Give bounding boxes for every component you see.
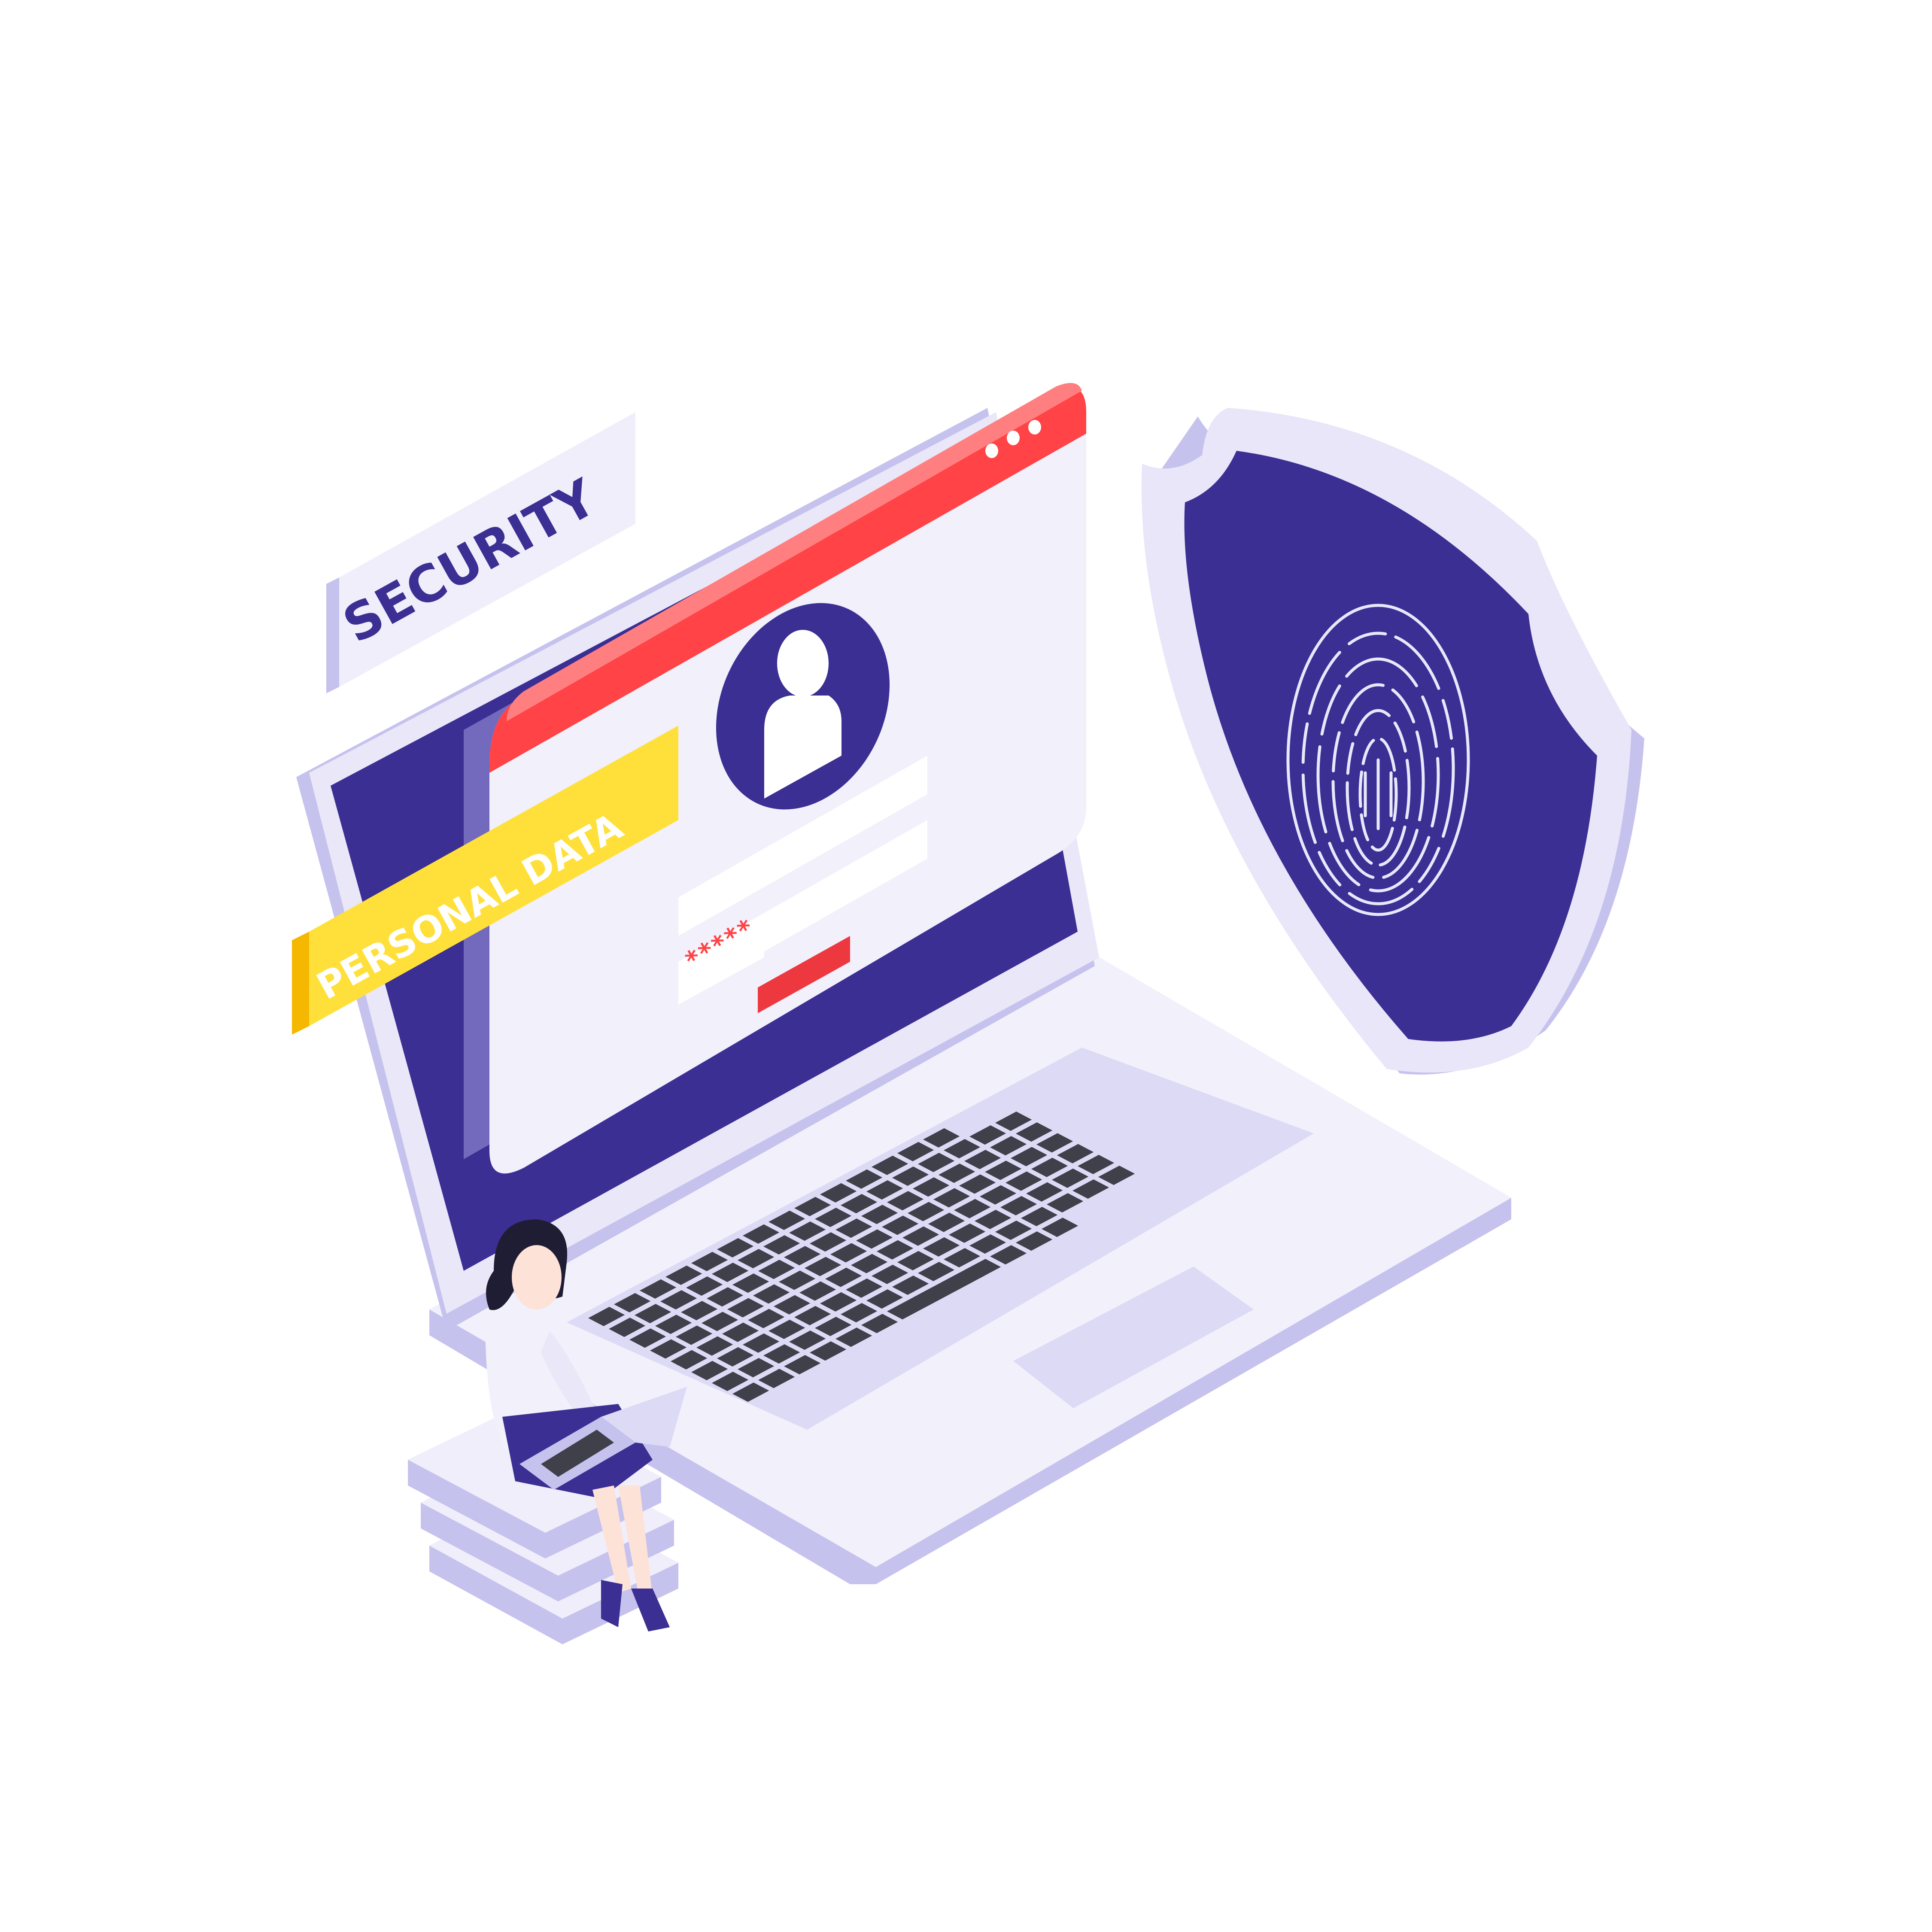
personal-data-label-edge xyxy=(292,932,309,1035)
security-illustration: ***** SECURITY PERSONAL DATA xyxy=(292,383,1644,1644)
person-face xyxy=(512,1245,562,1309)
shield-icon xyxy=(1141,408,1644,1075)
security-label-edge xyxy=(326,577,339,693)
person-shoe-left xyxy=(601,1580,623,1627)
